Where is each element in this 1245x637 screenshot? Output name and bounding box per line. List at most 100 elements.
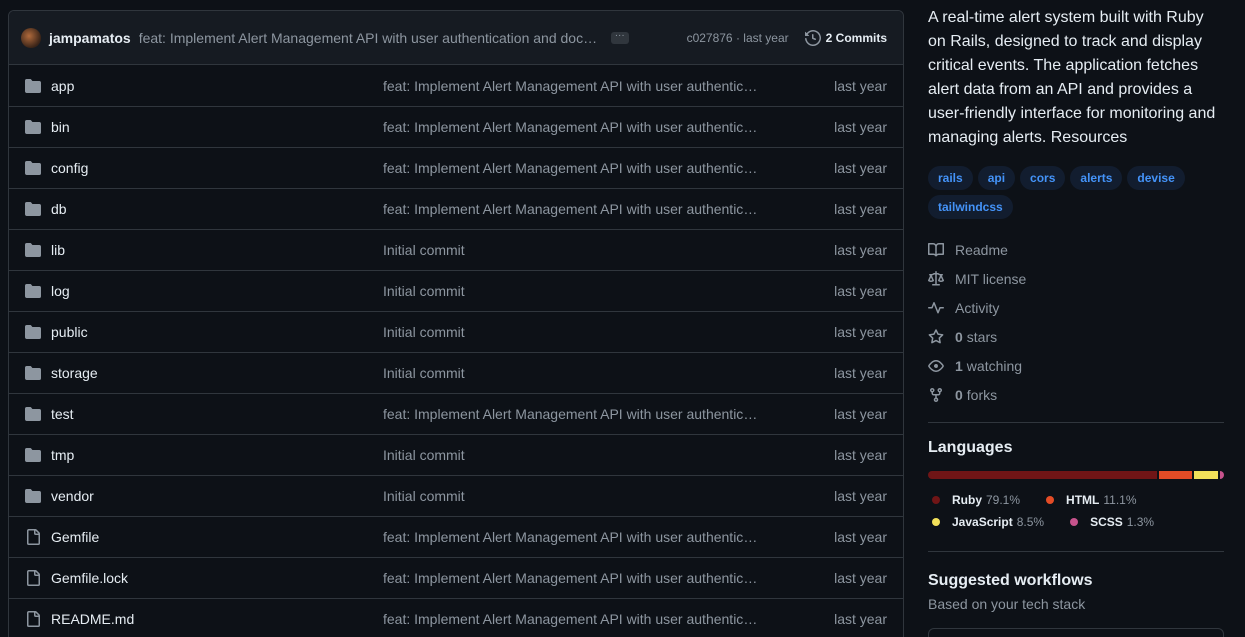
- topic-tag[interactable]: cors: [1020, 166, 1066, 190]
- file-row[interactable]: lib Initial commit last year: [9, 229, 903, 270]
- file-commit-message[interactable]: Initial commit: [383, 365, 765, 381]
- file-name-link[interactable]: test: [51, 406, 383, 422]
- workflow-card[interactable]: [928, 628, 1224, 637]
- file-commit-age: last year: [834, 77, 887, 94]
- file-name-link[interactable]: app: [51, 78, 383, 94]
- eye-icon: [928, 359, 944, 372]
- language-percent: 11.1%: [1103, 493, 1137, 507]
- meta-star[interactable]: 0 stars: [928, 322, 1224, 351]
- language-color-dot: [1070, 518, 1079, 526]
- meta-count: 0: [955, 328, 963, 345]
- language-item[interactable]: SCSS 1.3%: [1066, 511, 1154, 533]
- law-icon: [928, 270, 944, 285]
- language-name: HTML: [1066, 493, 1100, 507]
- file-row[interactable]: vendor Initial commit last year: [9, 475, 903, 516]
- file-name-link[interactable]: db: [51, 201, 383, 217]
- file-commit-message[interactable]: Initial commit: [383, 283, 765, 299]
- file-commit-message[interactable]: Initial commit: [383, 242, 765, 258]
- topic-tag[interactable]: api: [977, 166, 1016, 190]
- file-name-link[interactable]: vendor: [51, 488, 383, 504]
- language-name: SCSS: [1090, 515, 1123, 529]
- commit-message[interactable]: feat: Implement Alert Management API wit…: [139, 30, 599, 46]
- file-name-link[interactable]: log: [51, 283, 383, 299]
- meta-label: stars: [966, 328, 998, 345]
- topic-tag[interactable]: devise: [1127, 166, 1185, 190]
- meta-fork[interactable]: 0 forks: [928, 380, 1224, 409]
- file-name-link[interactable]: Gemfile.lock: [51, 570, 383, 586]
- file-row[interactable]: README.md feat: Implement Alert Managemen…: [9, 598, 903, 637]
- divider: [928, 422, 1224, 423]
- avatar[interactable]: [21, 27, 41, 48]
- commits-link[interactable]: 2 Commits: [804, 29, 887, 46]
- file-name-link[interactable]: README.md: [51, 611, 383, 627]
- file-commit-age: last year: [834, 611, 887, 627]
- file-row[interactable]: app feat: Implement Alert Management API …: [9, 65, 903, 106]
- meta-book[interactable]: Readme: [928, 235, 1224, 264]
- meta-eye[interactable]: 1 watching: [928, 351, 1224, 380]
- commit-author[interactable]: jampamatos: [49, 30, 131, 46]
- file-name-link[interactable]: Gemfile: [51, 529, 383, 545]
- file-name-link[interactable]: lib: [51, 242, 383, 258]
- file-commit-message[interactable]: Initial commit: [383, 324, 765, 340]
- file-row[interactable]: public Initial commit last year: [9, 311, 903, 352]
- file-row[interactable]: bin feat: Implement Alert Management API …: [9, 106, 903, 147]
- topic-tag[interactable]: alerts: [1070, 166, 1123, 190]
- languages-section: Languages Ruby 79.1% HTML 11.1% JavaScript 8.…: [928, 439, 1224, 533]
- language-item[interactable]: Ruby 79.1%: [928, 489, 1020, 511]
- folder-icon: [25, 283, 41, 299]
- file-commit-message[interactable]: feat: Implement Alert Management API wit…: [383, 78, 765, 94]
- file-commit-message[interactable]: feat: Implement Alert Management API wit…: [383, 160, 765, 176]
- file-commit-message[interactable]: feat: Implement Alert Management API wit…: [383, 201, 765, 217]
- file-name-link[interactable]: tmp: [51, 447, 383, 463]
- file-commit-message[interactable]: Initial commit: [383, 488, 765, 504]
- file-row[interactable]: Gemfile.lock feat: Implement Alert Manage…: [9, 557, 903, 598]
- file-row[interactable]: config feat: Implement Alert Management A…: [9, 147, 903, 188]
- file-icon: [25, 611, 41, 627]
- meta-count: 0: [955, 386, 963, 403]
- language-bar: [928, 471, 1224, 479]
- file-commit-message[interactable]: feat: Implement Alert Management API wit…: [383, 406, 765, 422]
- pulse-icon: [928, 301, 944, 313]
- file-row[interactable]: storage Initial commit last year: [9, 352, 903, 393]
- file-commit-age: last year: [834, 529, 887, 545]
- book-icon: [928, 242, 944, 256]
- language-percent: 1.3%: [1126, 515, 1155, 529]
- language-bar-segment: [1193, 471, 1219, 479]
- file-row[interactable]: db feat: Implement Alert Management API w…: [9, 188, 903, 229]
- languages-heading[interactable]: Languages: [928, 439, 1224, 457]
- file-row[interactable]: Gemfile feat: Implement Alert Management …: [9, 516, 903, 557]
- folder-icon: [25, 365, 41, 381]
- divider: [928, 551, 1224, 552]
- file-commit-message[interactable]: feat: Implement Alert Management API wit…: [383, 611, 765, 627]
- file-commit-age: last year: [834, 160, 887, 176]
- file-commit-message[interactable]: feat: Implement Alert Management API wit…: [383, 119, 765, 135]
- language-item[interactable]: JavaScript 8.5%: [928, 511, 1044, 533]
- file-name-link[interactable]: config: [51, 160, 383, 176]
- topic-tag[interactable]: tailwindcss: [928, 195, 1013, 219]
- folder-icon: [25, 119, 41, 135]
- commit-sha-age[interactable]: c027876 · last year: [687, 31, 789, 45]
- topic-tag[interactable]: rails: [928, 166, 973, 190]
- folder-icon: [25, 78, 41, 94]
- language-color-dot: [932, 518, 940, 526]
- file-commit-age: last year: [834, 447, 887, 463]
- file-name-link[interactable]: bin: [51, 119, 383, 135]
- expand-commit-button[interactable]: ···: [610, 30, 629, 44]
- language-bar-segment: [1159, 471, 1192, 479]
- file-browser: jampamatos feat: Implement Alert Managem…: [8, 10, 904, 637]
- file-commit-message[interactable]: Initial commit: [383, 447, 765, 463]
- file-row[interactable]: log Initial commit last year: [9, 270, 903, 311]
- file-commit-message[interactable]: feat: Implement Alert Management API wit…: [383, 529, 765, 545]
- meta-count: 1: [955, 357, 963, 374]
- meta-pulse[interactable]: Activity: [928, 293, 1224, 322]
- file-row[interactable]: tmp Initial commit last year: [9, 434, 903, 475]
- language-item[interactable]: HTML 11.1%: [1042, 489, 1137, 511]
- file-commit-message[interactable]: feat: Implement Alert Management API wit…: [383, 570, 765, 586]
- file-row[interactable]: test feat: Implement Alert Management API…: [9, 393, 903, 434]
- meta-law[interactable]: MIT license: [928, 264, 1224, 293]
- meta-label: Readme: [955, 241, 1008, 258]
- file-name-link[interactable]: storage: [51, 365, 383, 381]
- language-percent: 79.1%: [986, 493, 1021, 507]
- commit-sha[interactable]: c027876: [687, 31, 733, 45]
- file-name-link[interactable]: public: [51, 324, 383, 340]
